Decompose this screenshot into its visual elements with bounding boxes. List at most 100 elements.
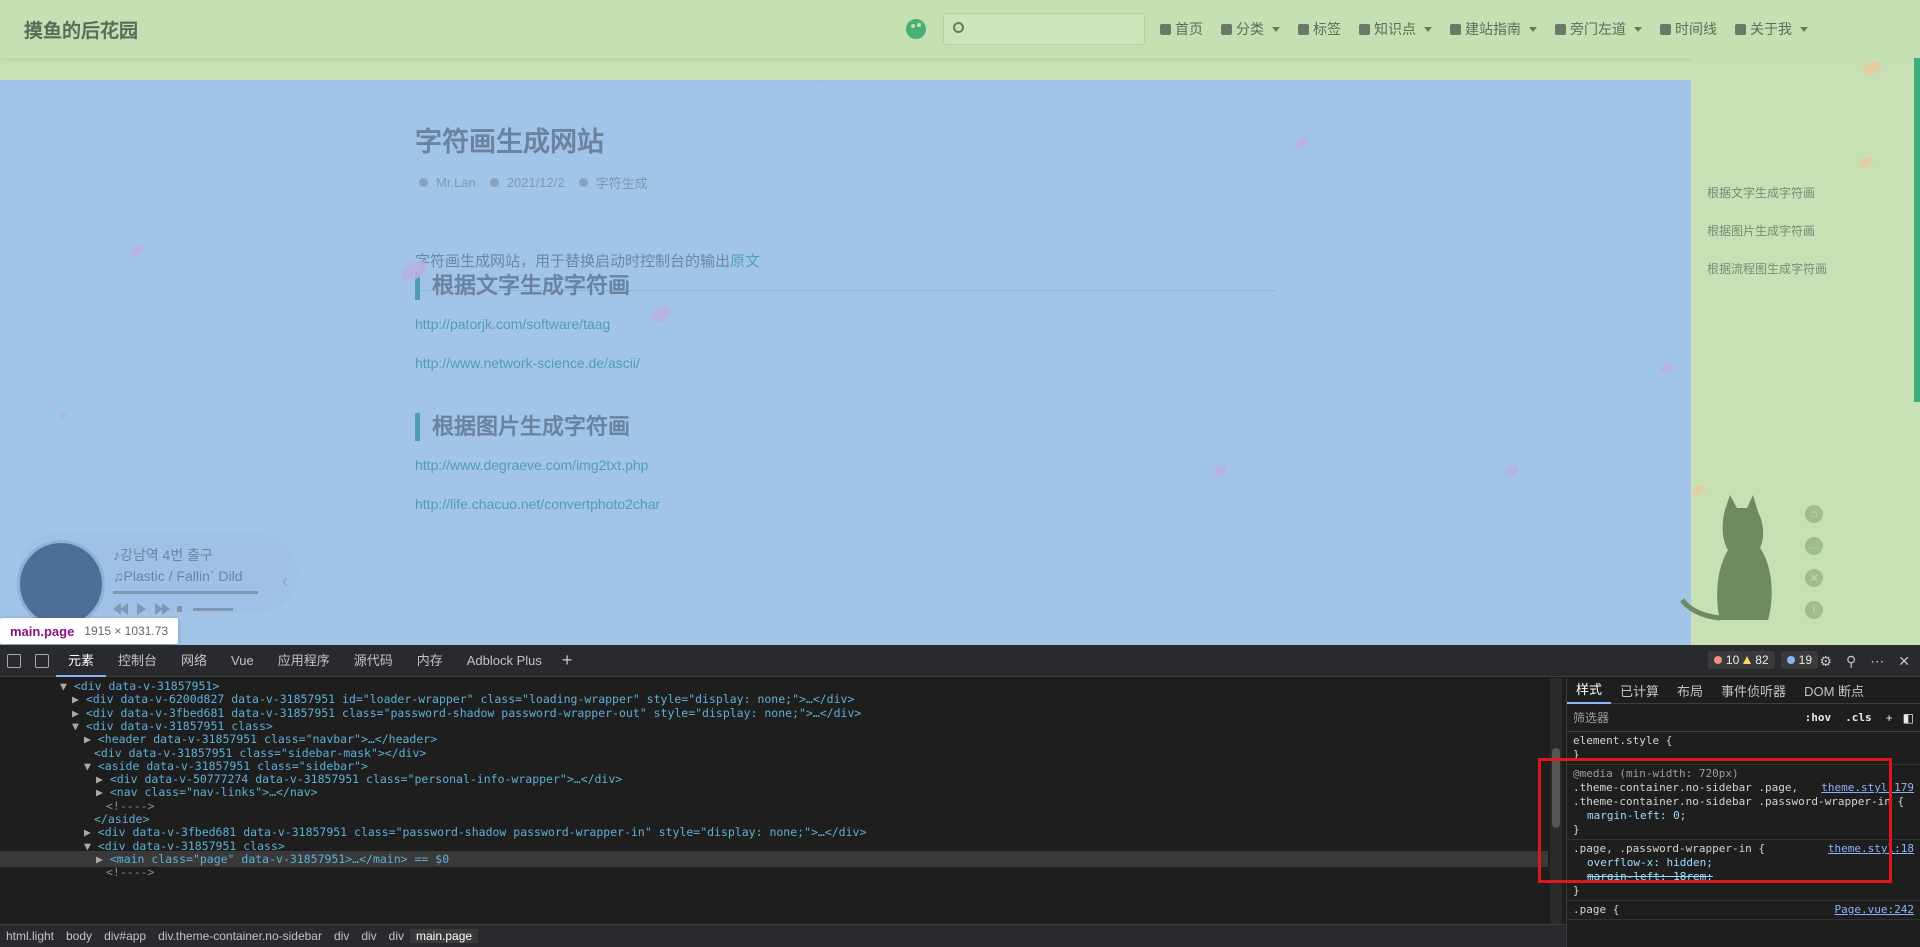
device-toolbar-icon[interactable] xyxy=(35,653,49,668)
devtools-tab[interactable]: 控制台 xyxy=(106,645,169,677)
collapse-player-icon[interactable]: ‹ xyxy=(282,571,288,592)
devtools-tab[interactable]: Adblock Plus xyxy=(455,645,554,677)
chevron-down-icon xyxy=(1634,26,1642,32)
styles-tab[interactable]: 样式 xyxy=(1567,678,1612,704)
add-panel-icon[interactable]: + xyxy=(554,650,581,671)
link-degraeve[interactable]: http://www.degraeve.com/img2txt.php xyxy=(415,457,648,473)
issue-badges[interactable]: 10 82 19 xyxy=(1707,651,1818,669)
link-taag[interactable]: http://patorjk.com/software/taag xyxy=(415,316,610,332)
devtools-tab[interactable]: Vue xyxy=(219,645,266,677)
error-badge[interactable]: 10 82 xyxy=(1707,651,1775,669)
page-vue-rule[interactable]: Page.vue:242 .page { xyxy=(1567,901,1920,920)
nav-item[interactable]: 时间线 xyxy=(1660,19,1717,39)
prev-icon xyxy=(113,603,121,615)
error-icon xyxy=(1713,656,1722,664)
nav-icon xyxy=(1555,23,1566,35)
toc-item[interactable]: 根据文字生成字符画 xyxy=(1707,184,1815,201)
inspect-icon[interactable] xyxy=(7,653,21,668)
nav-icon xyxy=(1359,23,1370,35)
search-input[interactable] xyxy=(972,20,1137,40)
nav-item[interactable]: 旁门左道 xyxy=(1555,19,1642,39)
nav-item[interactable]: 标签 xyxy=(1298,19,1341,39)
breadcrumb-item[interactable]: div xyxy=(383,929,410,943)
annotation-highlight-box xyxy=(1538,758,1892,883)
petal-decoration xyxy=(1503,463,1521,478)
warning-icon xyxy=(1743,656,1752,664)
petal-decoration xyxy=(58,410,69,421)
album-cover[interactable] xyxy=(20,543,102,625)
breadcrumb-item[interactable]: div#app xyxy=(98,929,152,943)
link-chacuo[interactable]: http://life.chacuo.net/convertphoto2char xyxy=(415,496,660,512)
close-icon[interactable]: ✕ xyxy=(1805,569,1823,587)
cls-toggle[interactable]: .cls xyxy=(1845,711,1872,724)
devtools-tab[interactable]: 元素 xyxy=(56,645,107,677)
info-icon[interactable]: i xyxy=(1805,601,1823,619)
breadcrumb-item[interactable]: div xyxy=(328,929,355,943)
progress-bar[interactable] xyxy=(113,591,258,594)
search-box[interactable] xyxy=(943,13,1145,45)
player-controls[interactable] xyxy=(113,603,233,615)
next-icon xyxy=(155,603,163,615)
styles-tab[interactable]: DOM 断点 xyxy=(1795,681,1873,700)
page-scrollbar[interactable] xyxy=(1914,58,1920,402)
tooltip-size: 1915 × 1031.73 xyxy=(84,624,169,638)
nav-icon xyxy=(1735,23,1746,35)
user-icon xyxy=(419,178,428,187)
devtools-tab[interactable]: 内存 xyxy=(405,645,455,677)
devtools-tab[interactable]: 源代码 xyxy=(342,645,405,677)
source-link[interactable]: Page.vue:242 xyxy=(1835,903,1914,917)
devtools-tab[interactable]: 网络 xyxy=(169,645,219,677)
author-meta: Mr.Lan xyxy=(419,173,476,192)
nav-icon xyxy=(1160,23,1171,35)
nav-item[interactable]: 分类 xyxy=(1221,19,1280,39)
styles-tab[interactable]: 已计算 xyxy=(1611,681,1668,700)
palette-icon[interactable] xyxy=(906,19,926,39)
close-devtools-icon[interactable]: ✕ xyxy=(1898,653,1910,670)
styles-filter[interactable]: 筛选器 :hov .cls + ◧ xyxy=(1567,704,1920,732)
breadcrumb-item[interactable]: main.page xyxy=(410,929,479,943)
breadcrumb-item[interactable]: div.theme-container.no-sidebar xyxy=(152,929,328,943)
styles-tab[interactable]: 事件侦听器 xyxy=(1712,681,1795,700)
nav-item[interactable]: 知识点 xyxy=(1359,19,1432,39)
nav-icon xyxy=(1221,23,1232,35)
nav-item[interactable]: 建站指南 xyxy=(1450,19,1537,39)
petal-decoration xyxy=(128,243,146,258)
devtools-tab[interactable]: 应用程序 xyxy=(266,645,342,677)
more-icon[interactable]: ⋯ xyxy=(1870,653,1884,670)
site-brand[interactable]: 摸鱼的后花园 xyxy=(24,16,138,43)
nav-item[interactable]: 首页 xyxy=(1160,19,1203,39)
styles-tab[interactable]: 布局 xyxy=(1668,681,1712,700)
comment-icon[interactable]: … xyxy=(1805,537,1823,555)
link-network-science[interactable]: http://www.network-science.de/ascii/ xyxy=(415,355,640,371)
gear-icon[interactable]: ⚙ xyxy=(1819,653,1832,670)
original-link[interactable]: 原文 xyxy=(730,253,760,270)
chevron-down-icon xyxy=(1800,26,1808,32)
article-intro: 字符画生成网站，用于替换启动时控制台的输出原文 xyxy=(415,253,761,270)
nav-item[interactable]: 关于我 xyxy=(1735,19,1808,39)
tag-meta[interactable]: 字符生成 xyxy=(578,173,648,192)
petal-decoration xyxy=(1857,155,1875,170)
chevron-down-icon xyxy=(1424,26,1432,32)
new-rule-icon[interactable]: + xyxy=(1886,711,1893,725)
breadcrumb-item[interactable]: html.light xyxy=(0,929,60,943)
filter-input[interactable]: 筛选器 xyxy=(1573,709,1805,726)
dom-node[interactable]: ▶ <main class="page" data-v-31857951>…</… xyxy=(0,850,1548,867)
song-title: ♪강남역 4번 출구 xyxy=(113,547,213,563)
dom-node[interactable]: <!----> xyxy=(0,864,154,880)
search-icon xyxy=(953,22,964,33)
breadcrumb-item[interactable]: body xyxy=(60,929,98,943)
info-badge[interactable]: 19 xyxy=(1780,651,1818,669)
computed-sidebar-icon[interactable]: ◧ xyxy=(1903,711,1914,725)
home-icon[interactable]: ⌂ xyxy=(1805,505,1823,523)
breadcrumb-item[interactable]: div xyxy=(355,929,382,943)
hov-toggle[interactable]: :hov xyxy=(1805,711,1832,724)
date-meta: 2021/12/2 xyxy=(489,173,565,192)
styles-tabs: 样式 已计算 布局 事件侦听器 DOM 断点 xyxy=(1567,678,1920,704)
toc-item[interactable]: 根据流程图生成字符画 xyxy=(1707,260,1827,277)
customize-icon[interactable]: ⚲ xyxy=(1846,653,1856,670)
article-title: 字符画生成网站 xyxy=(415,127,604,157)
elements-tree[interactable]: ▼ <div data-v-31857951> ▶ <div data-v-620… xyxy=(0,678,1550,924)
music-player[interactable]: ♪강남역 4번 출구 ♫Plastic / Fallin` Dild ‹ xyxy=(18,533,298,625)
toc-item[interactable]: 根据图片生成字符画 xyxy=(1707,222,1815,239)
nav-links: 首页 分类 标签 知识点 建站指南 旁门左道 时间线 关于我 xyxy=(1160,19,1826,39)
